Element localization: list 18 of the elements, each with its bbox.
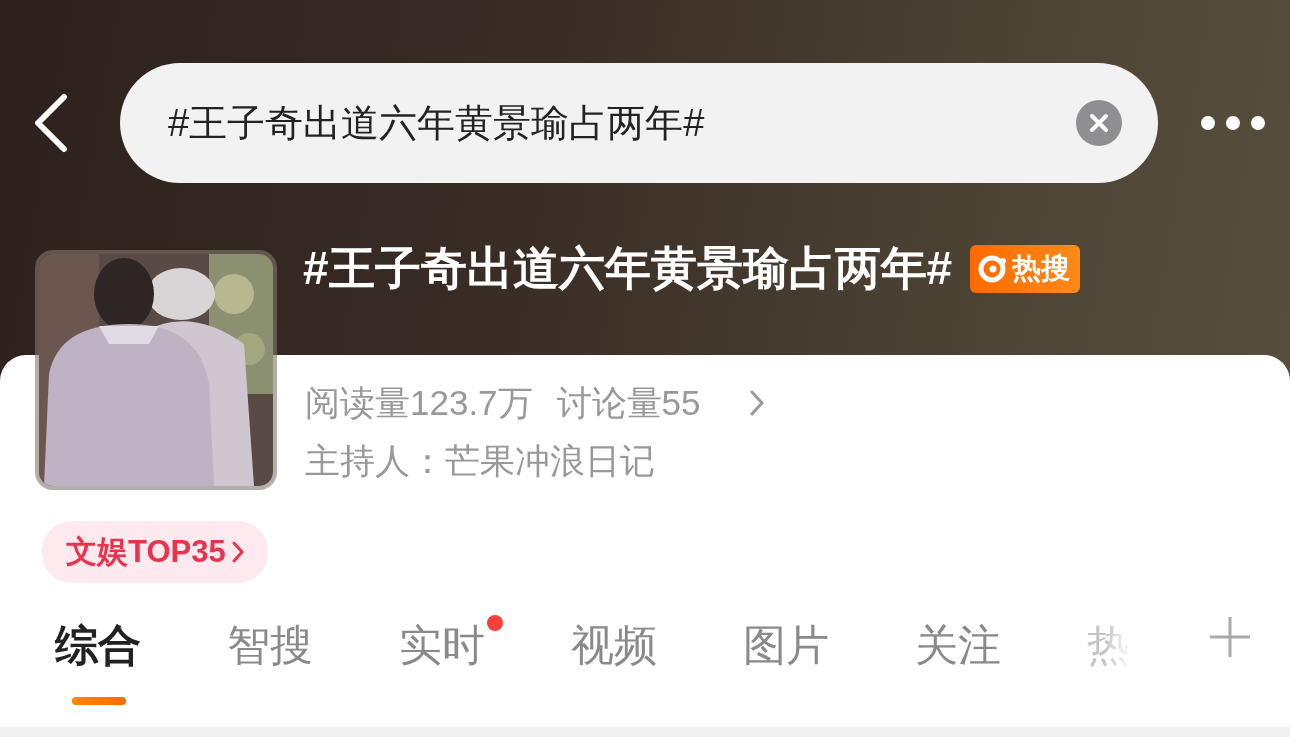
chevron-icon <box>231 541 244 563</box>
tab[interactable]: 视频 <box>571 615 657 707</box>
clear-icon[interactable] <box>1076 100 1122 146</box>
tab[interactable]: 实时 <box>399 615 485 707</box>
tab[interactable]: 智搜 <box>227 615 313 707</box>
more-icon[interactable] <box>1200 115 1266 131</box>
tab[interactable]: 关注 <box>915 615 1001 707</box>
read-count: 阅读量123.7万 <box>305 381 533 424</box>
topic-title: #王子奇出道六年黄景瑜占两年# <box>303 241 953 296</box>
host-label: 主持人：芒果冲浪日记 <box>305 439 655 482</box>
chevron-icon[interactable] <box>748 389 765 417</box>
rank-link[interactable]: 文娱TOP35 <box>42 521 268 583</box>
search-field[interactable]: #王子奇出道六年黄景瑜占两年# <box>120 63 1158 183</box>
tab[interactable]: 综合 <box>55 615 141 707</box>
hot-search-badge: 热搜 <box>970 245 1081 293</box>
plus-icon[interactable] <box>1208 615 1252 659</box>
tab[interactable]: 图片 <box>743 615 829 707</box>
discussion-count: 讨论量55 <box>556 381 701 424</box>
